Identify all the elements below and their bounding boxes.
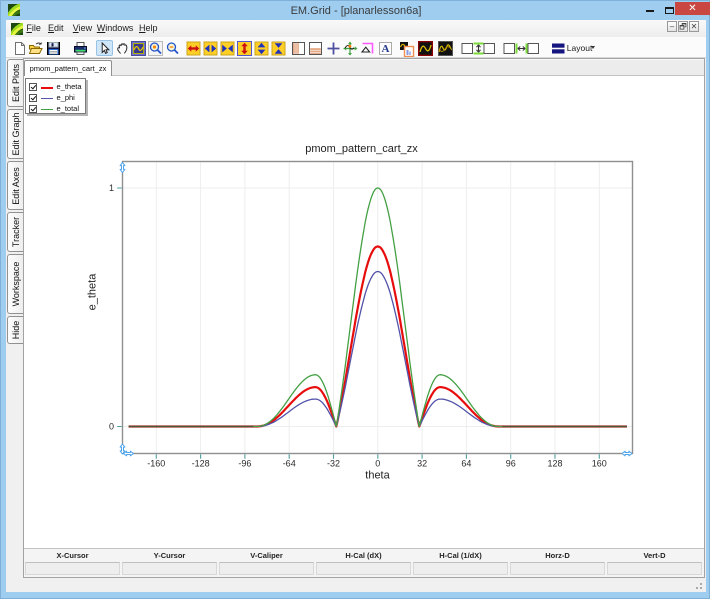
svg-text:32: 32 <box>417 459 427 469</box>
svg-text:theta: theta <box>365 470 390 482</box>
svg-text:-64: -64 <box>283 459 296 469</box>
svg-text:0: 0 <box>109 422 114 432</box>
svg-text:-32: -32 <box>327 459 340 469</box>
svg-text:A: A <box>381 43 389 55</box>
svg-text:e_theta: e_theta <box>86 273 98 311</box>
svg-text:pmom_pattern_cart_zx: pmom_pattern_cart_zx <box>305 143 418 155</box>
svg-text:-96: -96 <box>238 459 251 469</box>
svg-text:0: 0 <box>375 459 380 469</box>
svg-text:-128: -128 <box>192 459 210 469</box>
svg-text:96: 96 <box>506 459 516 469</box>
svg-text:-160: -160 <box>147 459 165 469</box>
svg-text:160: 160 <box>592 459 607 469</box>
svg-text:128: 128 <box>547 459 562 469</box>
svg-text:1: 1 <box>109 183 114 193</box>
svg-text:64: 64 <box>461 459 471 469</box>
